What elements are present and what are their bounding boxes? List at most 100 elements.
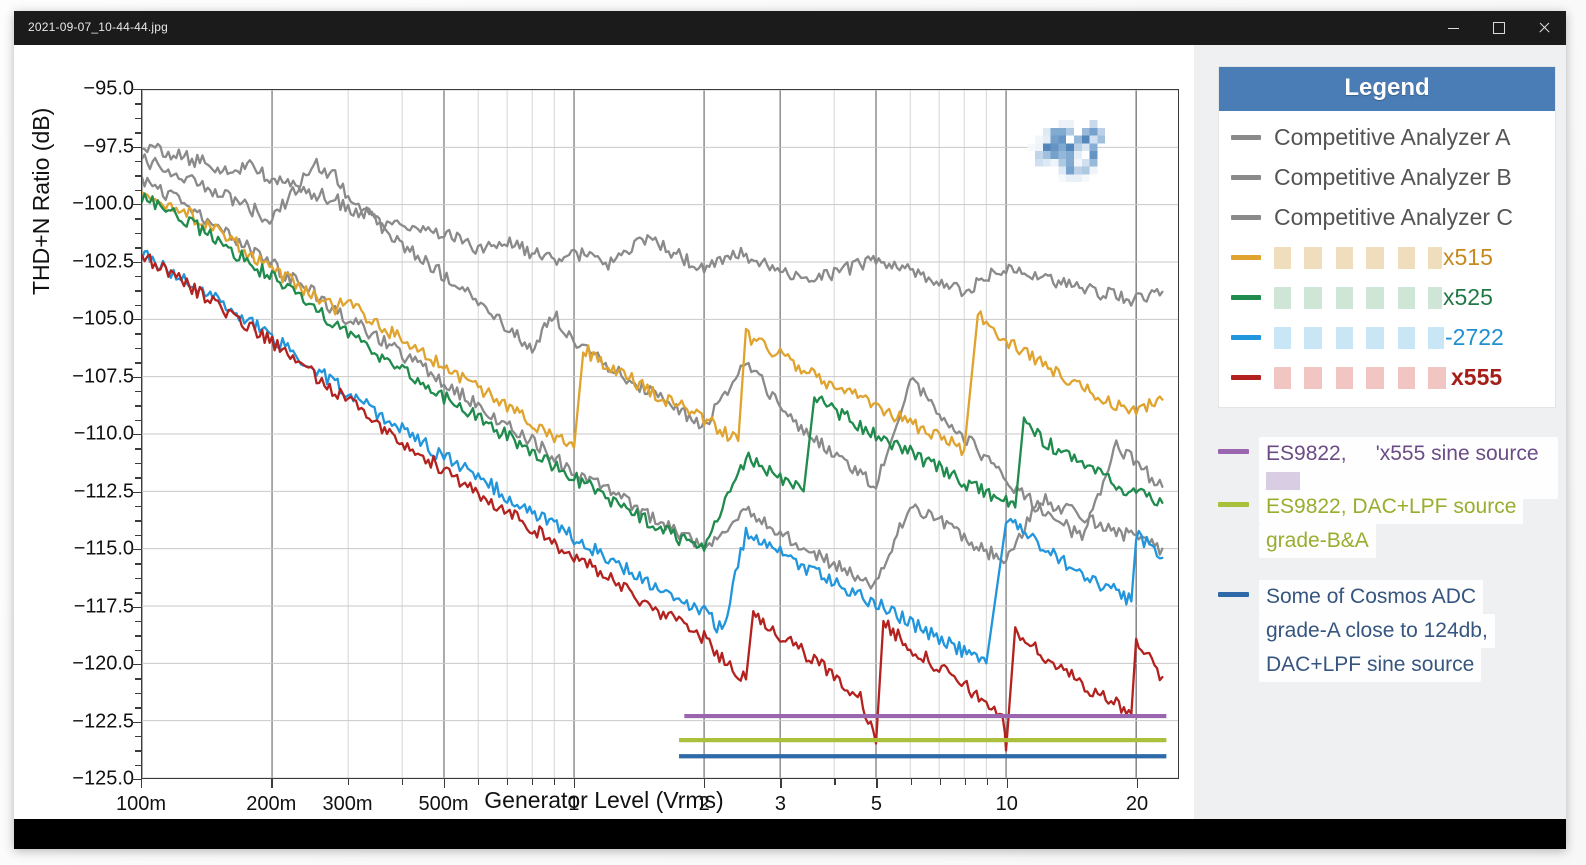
annotation-text-group: ES9822, DAC+LPF source grade-B&A	[1259, 490, 1524, 558]
annotation-swatch-icon	[1218, 592, 1249, 597]
annotation-line: grade-A close to 124db,	[1259, 613, 1495, 648]
y-tick-mark	[135, 218, 141, 220]
y-tick-mark	[135, 232, 141, 235]
plot-svg	[142, 90, 1178, 778]
y-tick-mark	[135, 347, 141, 350]
y-tick-label: −112.5	[73, 480, 134, 502]
legend-item-label: x555	[1274, 364, 1502, 391]
y-tick-mark	[135, 103, 141, 105]
legend-item-label: Competitive Analyzer C	[1274, 203, 1514, 230]
legend-item-label: -2722	[1274, 324, 1504, 351]
y-axis-ticks: −95.0 −97.5 −100.0 −102.5 −105.0 −107.5 −110.0…	[38, 45, 134, 819]
y-tick-mark	[135, 520, 141, 522]
y-tick-mark	[135, 362, 141, 364]
x-tick-mark	[477, 779, 480, 785]
x-tick-mark	[910, 779, 912, 785]
x-tick-mark	[964, 779, 967, 785]
y-tick-mark	[135, 390, 141, 393]
x-tick-label: 5	[870, 793, 882, 815]
y-tick-mark	[132, 779, 141, 781]
x-tick-label: 10	[995, 793, 1018, 815]
legend-swatch-icon	[1231, 334, 1261, 340]
x-tick-label: 100m	[115, 793, 167, 815]
y-tick-mark	[135, 750, 141, 752]
x-tick-mark	[554, 779, 556, 785]
y-tick-mark	[135, 175, 141, 177]
redacted-label-block	[1274, 286, 1442, 309]
x-tick-mark	[1006, 779, 1009, 788]
y-tick-mark	[135, 405, 141, 407]
y-tick-mark	[135, 304, 141, 307]
x-tick-mark	[939, 779, 941, 785]
x-tick-mark	[401, 779, 403, 785]
image-viewer-window: 2021-09-07_10-44-44.jpg THD+N Ratio (dB)…	[14, 11, 1566, 849]
y-tick-mark	[135, 247, 141, 249]
y-tick-mark	[132, 89, 141, 91]
y-tick-mark	[135, 275, 141, 278]
legend-box: Legend Competitive Analyzer A Competitive…	[1218, 66, 1556, 408]
legend-item[interactable]: Competitive Analyzer C	[1219, 197, 1555, 237]
redacted-label-block	[1274, 366, 1450, 389]
x-tick-mark	[573, 779, 576, 788]
legend-item[interactable]: x515	[1219, 237, 1555, 277]
y-tick-label: −122.5	[72, 710, 134, 732]
legend-item[interactable]: x555	[1219, 357, 1555, 397]
legend-item[interactable]: x525	[1219, 277, 1555, 317]
x-tick-label: 20	[1125, 793, 1149, 815]
legend-item[interactable]: -2722	[1219, 317, 1555, 357]
y-tick-label: −107.5	[72, 365, 134, 387]
close-button[interactable]	[1521, 11, 1566, 45]
y-tick-mark	[135, 333, 141, 335]
y-tick-mark	[135, 505, 141, 508]
x-tick-mark	[271, 779, 273, 788]
y-tick-mark	[132, 204, 141, 206]
y-tick-label: −102.5	[72, 250, 134, 272]
viewer-content: THD+N Ratio (dB) Generator Level (Vrms) …	[14, 45, 1566, 849]
y-tick-mark	[132, 319, 141, 321]
y-tick-mark	[132, 146, 141, 148]
x-tick-label: 3	[774, 793, 786, 815]
x-tick-mark	[780, 779, 782, 788]
legend-item-list: Competitive Analyzer A Competitive Analyz…	[1219, 111, 1555, 407]
y-tick-mark	[135, 735, 141, 738]
maximize-button[interactable]	[1476, 11, 1521, 45]
legend-annotation[interactable]: Some of Cosmos ADC grade-A close to 124db…	[1218, 580, 1558, 682]
minimize-button[interactable]	[1431, 11, 1476, 45]
x-tick-label: 500m	[418, 793, 469, 815]
y-tick-mark	[135, 477, 141, 479]
annotation-text-group: Some of Cosmos ADC grade-A close to 124db…	[1259, 580, 1495, 682]
y-tick-label: −100.0	[72, 192, 134, 215]
y-tick-mark	[135, 764, 141, 767]
legend-swatch-icon	[1231, 254, 1261, 260]
y-tick-label: −117.5	[73, 595, 134, 617]
x-tick-label: 2	[698, 793, 710, 815]
y-tick-mark	[135, 534, 141, 537]
y-tick-mark	[132, 664, 141, 666]
y-tick-mark	[135, 462, 141, 465]
y-tick-label: −110.0	[73, 422, 134, 445]
y-tick-mark	[132, 491, 141, 493]
y-tick-mark	[135, 419, 141, 422]
legend-annotation[interactable]: ES9822, DAC+LPF source grade-B&A	[1218, 490, 1558, 558]
legend-item-label: Competitive Analyzer B	[1274, 163, 1512, 190]
y-tick-mark	[135, 707, 141, 709]
y-tick-mark	[132, 434, 141, 436]
y-tick-label: −115.0	[73, 537, 134, 560]
y-tick-mark	[135, 189, 141, 192]
y-tick-mark	[135, 132, 141, 134]
y-tick-mark	[135, 577, 141, 580]
legend-item[interactable]: Competitive Analyzer A	[1219, 117, 1555, 157]
y-tick-mark	[132, 606, 141, 608]
y-tick-mark	[135, 649, 141, 652]
x-tick-label: 300m	[322, 793, 373, 815]
chart: THD+N Ratio (dB) Generator Level (Vrms) …	[14, 45, 1194, 819]
x-tick-mark	[141, 779, 143, 788]
plot-area	[141, 89, 1179, 779]
redacted-label-block	[1266, 471, 1300, 492]
y-tick-mark	[135, 592, 141, 594]
y-tick-label: −125.0	[72, 767, 134, 790]
legend-item[interactable]: Competitive Analyzer B	[1219, 157, 1555, 197]
annotation-line: grade-B&A	[1259, 523, 1376, 558]
y-tick-label: −120.0	[72, 652, 134, 675]
x-tick-mark	[986, 779, 989, 785]
